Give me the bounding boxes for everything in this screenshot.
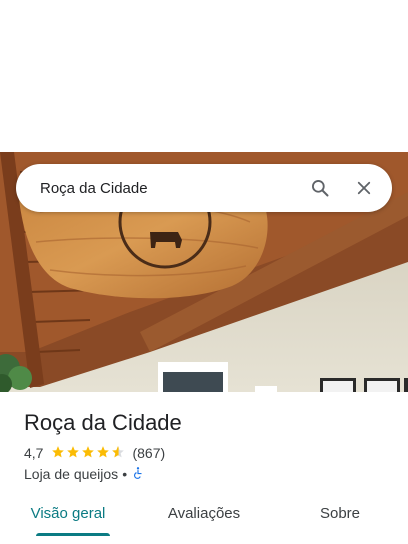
place-category[interactable]: Loja de queijos <box>24 466 118 482</box>
star-icon <box>81 445 96 462</box>
star-icon <box>66 445 81 462</box>
review-count[interactable]: (867) <box>132 445 165 461</box>
star-half-icon <box>111 445 126 462</box>
active-tab-indicator <box>36 533 110 536</box>
star-icon <box>51 445 66 462</box>
close-icon <box>355 179 373 197</box>
search-input[interactable]: Roça da Cidade <box>16 180 298 197</box>
search-bar[interactable]: Roça da Cidade <box>16 164 392 212</box>
rating-row[interactable]: 4,7 (867) <box>24 444 165 462</box>
wheelchair-accessible-icon <box>131 466 145 483</box>
star-icon <box>96 445 111 462</box>
separator-dot: • <box>122 466 128 482</box>
search-icon <box>310 178 330 198</box>
place-title: Roça da Cidade <box>24 410 182 435</box>
search-button[interactable] <box>298 164 342 212</box>
category-row: Loja de queijos • <box>24 465 145 483</box>
close-button[interactable] <box>342 164 386 212</box>
rating-value: 4,7 <box>24 445 44 461</box>
tab-about[interactable]: Sobre <box>272 496 408 536</box>
tab-reviews[interactable]: Avaliações <box>136 496 272 536</box>
star-rating <box>51 445 126 462</box>
tab-overview[interactable]: Visão geral <box>0 496 136 536</box>
tab-bar: Visão geral Avaliações Sobre <box>0 496 408 536</box>
